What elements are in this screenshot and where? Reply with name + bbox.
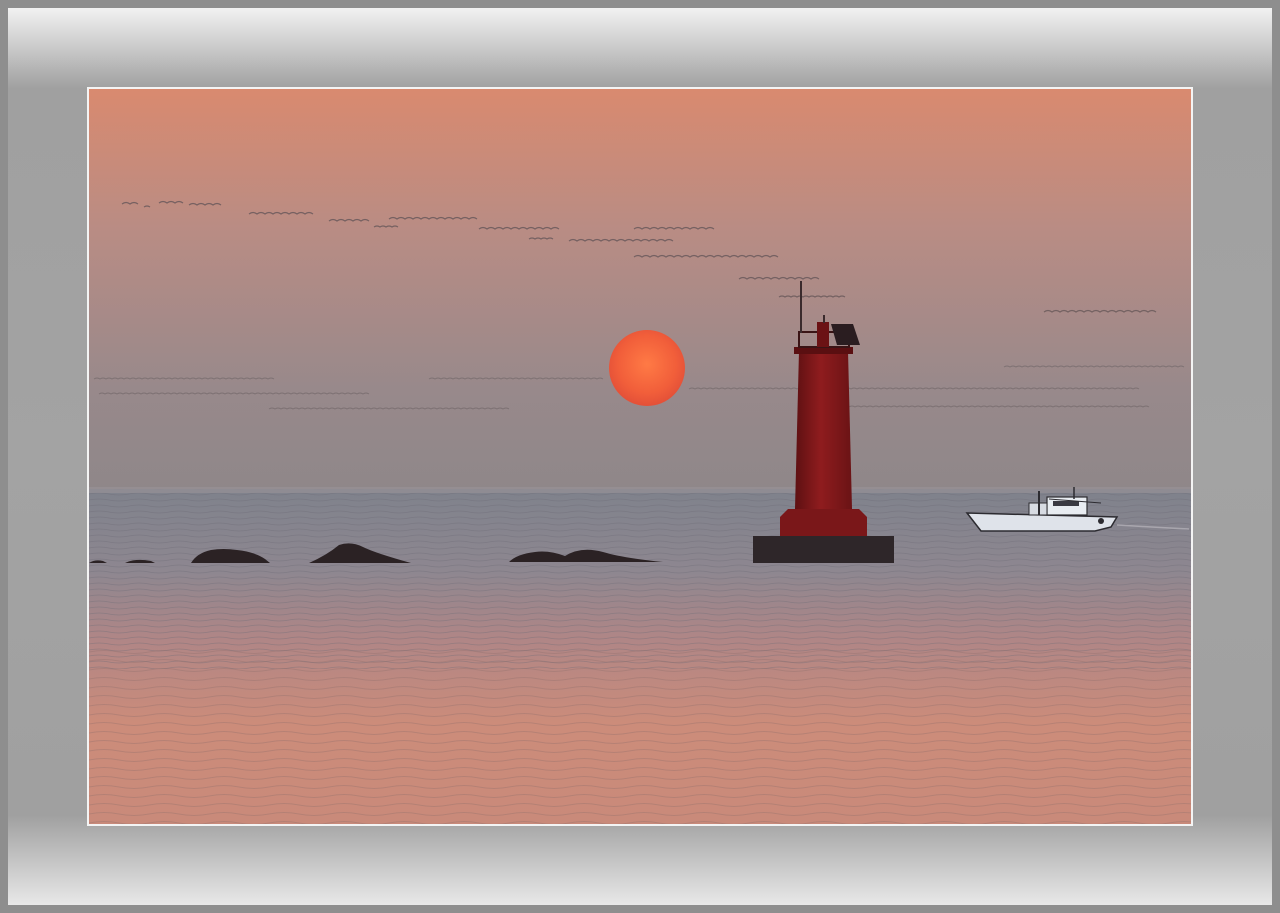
- boat-buoy: [1098, 518, 1104, 524]
- lighthouse-lantern: [817, 322, 829, 347]
- lighthouse-tower: [795, 351, 852, 509]
- sunset-photo: [89, 89, 1191, 824]
- sea-ripples-near: [89, 649, 1191, 824]
- setting-sun: [609, 330, 685, 406]
- sky: [89, 89, 1191, 489]
- horizon-haze: [89, 487, 1191, 493]
- lighthouse-base: [753, 536, 894, 563]
- lighthouse-foot: [780, 509, 867, 536]
- lighthouse-ledge: [794, 347, 853, 354]
- boat-cabin-window: [1053, 501, 1079, 506]
- photo-canvas: [89, 89, 1191, 824]
- boat-hull: [965, 512, 1119, 532]
